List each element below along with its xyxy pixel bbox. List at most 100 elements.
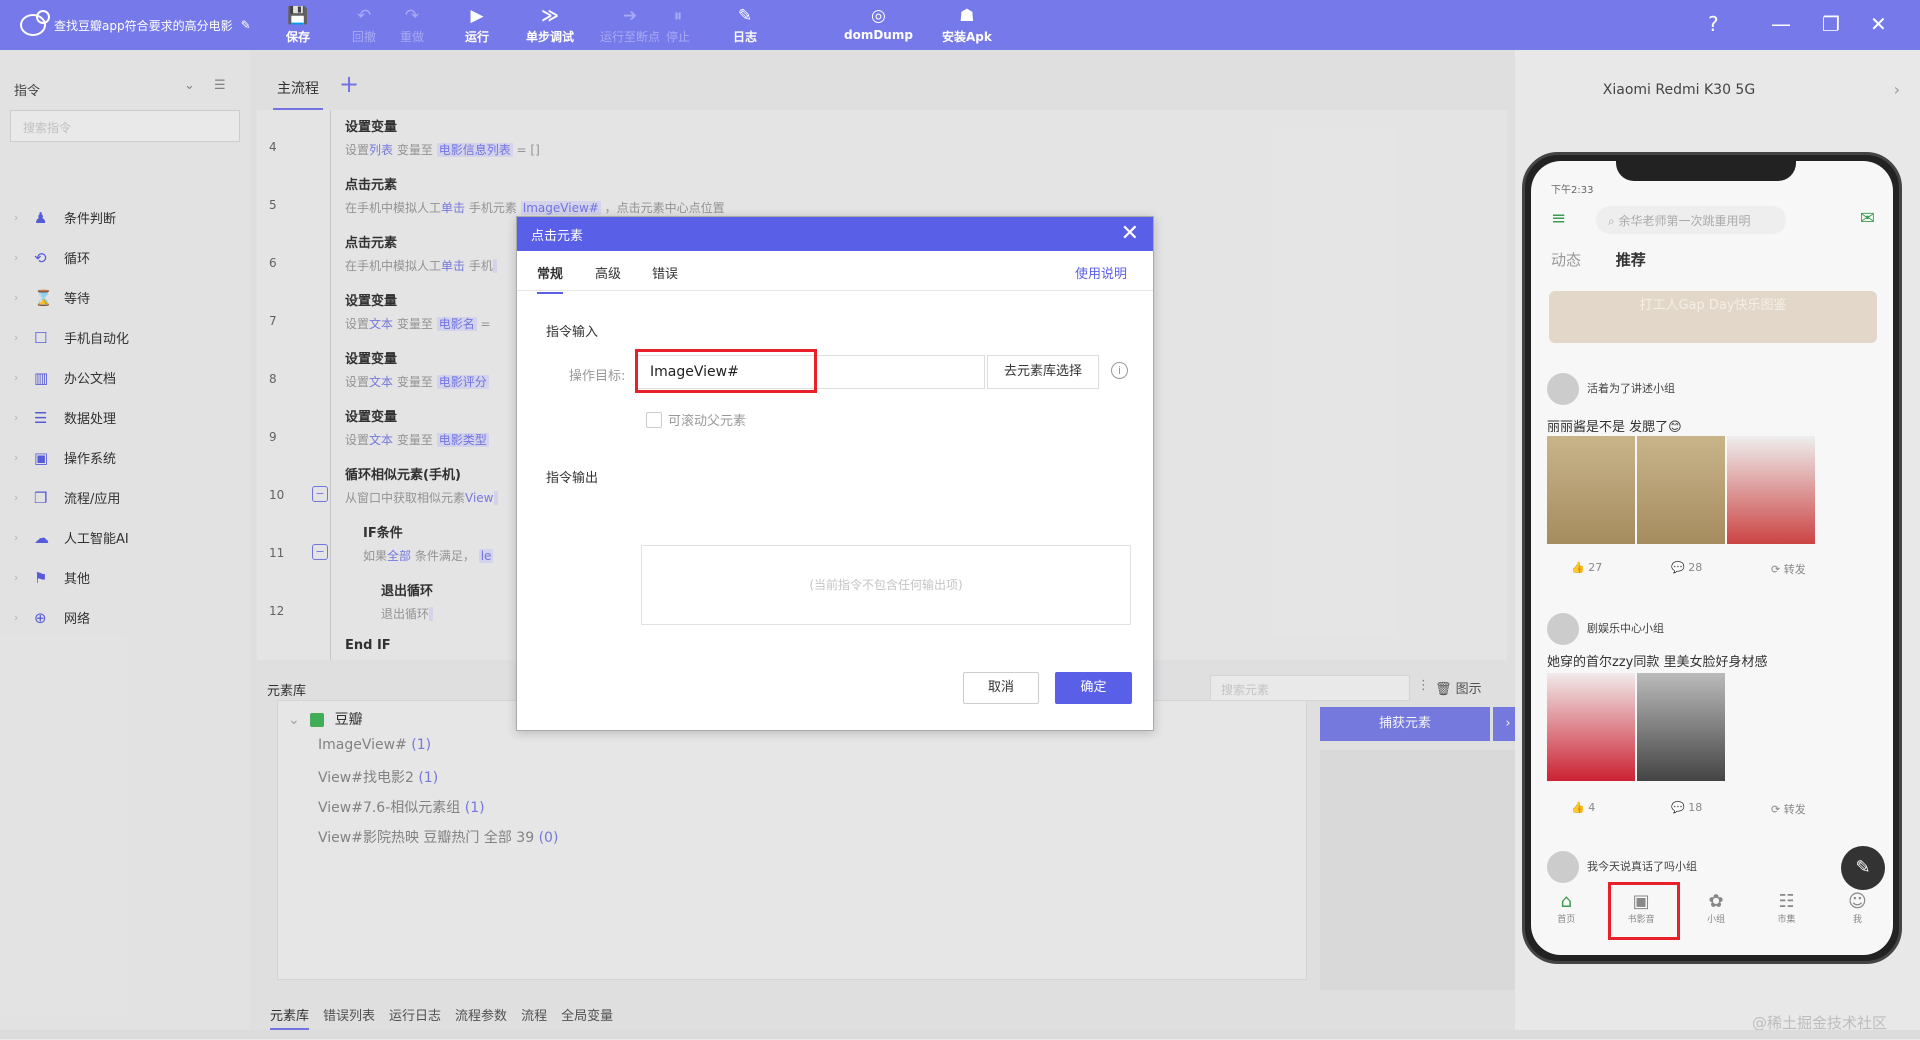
toolbar-icon: 💾 [287, 6, 309, 26]
toolbar-button-8[interactable]: ◎ domDump [844, 4, 913, 42]
toolbar-button-2[interactable]: ↷ 重做 [400, 4, 424, 45]
nav-label: 我 [1852, 915, 1862, 925]
group-header-1[interactable]: 活着为了讲述小组 [1547, 373, 1675, 405]
confirm-button[interactable]: 确定 [1055, 672, 1132, 704]
group-name-2: 剧娱乐中心小组 [1587, 622, 1664, 635]
tab-general[interactable]: 常规 [537, 263, 564, 294]
group-header-3[interactable]: 我今天说真话了吗小组 [1547, 851, 1697, 883]
tab-advanced[interactable]: 高级 [595, 263, 621, 282]
nav-icon: ☷ [1778, 891, 1795, 912]
app-logo-icon [20, 10, 50, 36]
nav-label: 市集 [1777, 915, 1796, 925]
nav-label: 小组 [1707, 915, 1726, 925]
title-bar: 查找豆瓣app符合要求的高分电影 ✎ 💾 保存 ↶ 回撤 ↷ 重做 ▶ 运行 ≫ 单步调试 ➔ 运行至… [0, 0, 1920, 50]
device-name: Xiaomi Redmi K30 5G [1602, 82, 1756, 98]
scroll-parent-checkbox[interactable]: 可滚动父元素 [646, 410, 746, 429]
post-image[interactable] [1547, 673, 1635, 781]
toolbar-button-3[interactable]: ▶ 运行 [465, 4, 489, 45]
toolbar-button-6[interactable]: ⏸ 停止 [666, 4, 690, 45]
post-text-2: 她穿的首尔zzy同款 里美女脸好身材感 [1547, 655, 1768, 670]
post-image[interactable] [1547, 436, 1635, 544]
scroll-parent-label: 可滚动父元素 [668, 414, 747, 429]
group-header-2[interactable]: 剧娱乐中心小组 [1547, 613, 1664, 645]
phone-notch [1616, 161, 1796, 181]
group-avatar [1547, 851, 1579, 883]
phone-nav-item[interactable]: ✿ 小组 [1707, 891, 1725, 925]
post-text-1: 丽丽酱是不是 发腮了😊 [1547, 420, 1682, 435]
taskbar [0, 1030, 1920, 1039]
phone-nav-item[interactable]: ☺ 我 [1848, 891, 1867, 925]
share-label[interactable]: ⟳ 转发 [1771, 561, 1806, 577]
highlight-box-nav [1608, 882, 1680, 940]
output-section-title: 指令输出 [546, 471, 599, 486]
toolbar-button-1[interactable]: ↶ 回撤 [352, 4, 376, 45]
phone-search-input[interactable]: ⌕ 余华老师第一次跳重用明 [1596, 206, 1786, 234]
toolbar-button-0[interactable]: 💾 保存 [286, 4, 310, 45]
restore-icon[interactable]: ❐ [1822, 12, 1840, 36]
toolbar-icon: ▶ [470, 6, 484, 26]
toolbar-icon: ↷ [404, 6, 420, 26]
post-image[interactable] [1637, 436, 1725, 544]
toolbar-icon: ↶ [356, 6, 372, 26]
toolbar-icon: ☗ [959, 6, 975, 26]
edit-title-icon[interactable]: ✎ [241, 18, 251, 32]
click-element-dialog: 点击元素 ✕ 常规 高级 错误 使用说明 指令输入 操作目标: ImageVie… [516, 216, 1154, 731]
phone-search-text: 余华老师第一次跳重用明 [1618, 214, 1751, 228]
toolbar-icon: ⏸ [673, 6, 683, 26]
phone-nav-item[interactable]: ☷ 市集 [1778, 891, 1796, 925]
cancel-button[interactable]: 取消 [963, 672, 1039, 704]
dialog-close-icon[interactable]: ✕ [1121, 221, 1139, 246]
toolbar-icon: ✎ [737, 6, 753, 26]
likes-count: 👍 4 [1571, 801, 1596, 814]
toolbar-icon: ➔ [622, 6, 638, 26]
nav-icon: ☺ [1847, 891, 1867, 912]
toolbar-button-4[interactable]: ≫ 单步调试 [526, 4, 574, 45]
dialog-header: 点击元素 ✕ [517, 217, 1153, 251]
toolbar-label: 运行 [465, 30, 490, 44]
help-icon[interactable]: ? [1708, 12, 1719, 36]
share-label[interactable]: ⟳ 转发 [1771, 801, 1806, 817]
tab-error[interactable]: 错误 [652, 263, 678, 282]
post-image[interactable] [1727, 436, 1815, 544]
mail-icon[interactable]: ✉ [1860, 208, 1875, 229]
checkbox-box[interactable] [646, 411, 662, 428]
phone-bottom-nav: ⌂ 首页 ▣ 书影音 ✿ 小组 ☷ 市集 ☺ 我 [1531, 891, 1893, 925]
nav-label: 首页 [1557, 915, 1576, 925]
group-name-3: 我今天说真话了吗小组 [1587, 860, 1697, 873]
toolbar-button-5[interactable]: ➔ 运行至断点 [600, 4, 660, 45]
post-image[interactable] [1637, 673, 1725, 781]
toolbar-button-9[interactable]: ☗ 安装Apk [942, 4, 992, 45]
input-section-title: 指令输入 [546, 325, 599, 340]
phone-tab-recommend[interactable]: 推荐 [1616, 251, 1646, 269]
compose-icon[interactable]: ✎ [1841, 846, 1885, 890]
chevron-right-icon[interactable]: › [1894, 80, 1900, 99]
toolbar-label: 日志 [733, 30, 758, 44]
menu-icon[interactable]: ≡ [1551, 208, 1566, 229]
toolbar-label: domDump [844, 28, 913, 42]
usage-help-link[interactable]: 使用说明 [1075, 263, 1127, 282]
comments-count: 💬 28 [1671, 561, 1703, 574]
info-icon[interactable]: i [1111, 362, 1128, 379]
nav-icon: ⌂ [1560, 891, 1572, 912]
pick-from-library-button[interactable]: 去元素库选择 [987, 355, 1099, 389]
phone-frame: 下午2:33 ≡ ⌕ 余华老师第一次跳重用明 ✉ 动态 推荐 打工人Gap Da… [1522, 152, 1902, 964]
nav-icon: ✿ [1708, 891, 1724, 912]
target-label: 操作目标: [569, 369, 626, 384]
phone-screen[interactable]: 下午2:33 ≡ ⌕ 余华老师第一次跳重用明 ✉ 动态 推荐 打工人Gap Da… [1531, 161, 1893, 955]
highlight-box-input [635, 349, 817, 393]
toolbar-icon: ≫ [541, 6, 559, 26]
group-avatar [1547, 613, 1579, 645]
toolbar-label: 重做 [400, 30, 425, 44]
app-title: 查找豆瓣app符合要求的高分电影 ✎ [20, 10, 251, 36]
phone-banner[interactable]: 打工人Gap Day快乐图鉴 [1549, 291, 1877, 343]
toolbar-label: 保存 [286, 30, 311, 44]
phone-tab-feed[interactable]: 动态 [1551, 251, 1581, 269]
minimize-icon[interactable]: — [1771, 12, 1791, 36]
toolbar-label: 运行至断点 [600, 30, 661, 44]
group-avatar [1547, 373, 1579, 405]
phone-nav-item[interactable]: ⌂ 首页 [1557, 891, 1575, 925]
toolbar-label: 单步调试 [526, 30, 575, 44]
device-panel: Xiaomi Redmi K30 5G › 下午2:33 ≡ ⌕ 余华老师第一次… [1515, 50, 1920, 1039]
toolbar-button-7[interactable]: ✎ 日志 [733, 4, 757, 45]
close-icon[interactable]: ✕ [1870, 12, 1887, 36]
